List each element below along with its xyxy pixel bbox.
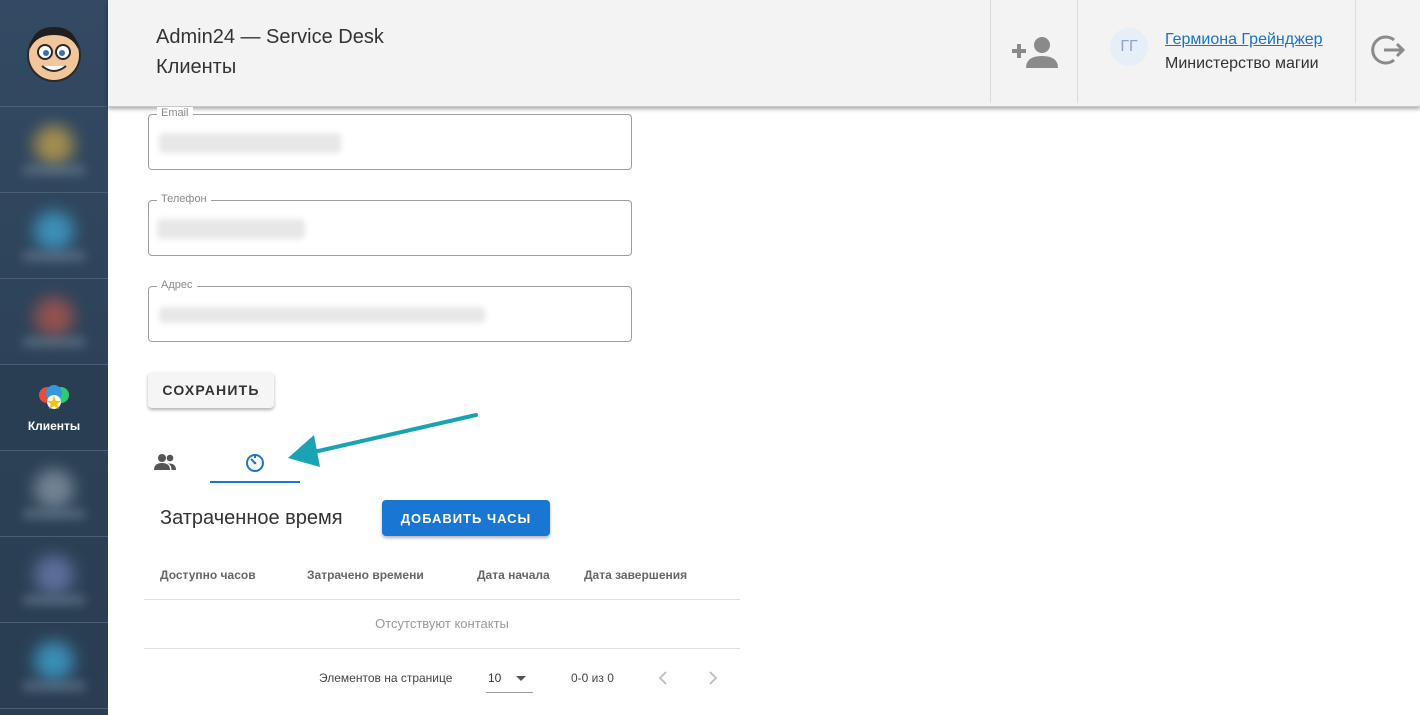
chevron-left-icon xyxy=(658,671,667,685)
section-title: Затраченное время xyxy=(160,507,343,529)
column-header[interactable]: Затрачено времени xyxy=(307,568,424,582)
page-size-value: 10 xyxy=(488,671,502,685)
table-divider xyxy=(144,599,740,600)
clients-icon xyxy=(39,385,69,409)
timer-icon xyxy=(246,454,264,472)
app-title: Admin24 — Service Desk xyxy=(156,26,384,48)
email-value-redacted xyxy=(159,133,341,153)
table-divider xyxy=(144,648,740,649)
address-field[interactable]: Адрес xyxy=(148,279,632,342)
sidebar-item-clients[interactable]: Клиенты xyxy=(0,365,108,451)
email-field-label: Email xyxy=(157,107,193,119)
chevron-right-icon xyxy=(709,671,718,685)
user-organization: Министерство магии xyxy=(1165,55,1319,72)
sidebar-item-label: Клиенты xyxy=(27,419,81,433)
sidebar-item-blurred-3[interactable] xyxy=(0,279,108,365)
people-icon xyxy=(154,454,176,470)
sidebar: Клиенты xyxy=(0,0,108,715)
items-per-page-label: Элементов на странице xyxy=(319,671,453,685)
next-page-button[interactable] xyxy=(701,666,725,690)
email-field[interactable]: Email xyxy=(148,107,632,170)
phone-field[interactable]: Телефон xyxy=(148,193,632,256)
phone-value-redacted xyxy=(157,219,305,239)
annotation-arrow-icon xyxy=(288,413,478,467)
sidebar-item-blurred-4[interactable] xyxy=(0,451,108,537)
column-header[interactable]: Дата завершения xyxy=(584,568,687,582)
top-header: Admin24 — Service Desk Клиенты ГГ Гермио… xyxy=(108,0,1420,107)
tab-contacts[interactable] xyxy=(120,440,210,484)
address-field-label: Адрес xyxy=(157,279,197,291)
column-header[interactable]: Доступно часов xyxy=(160,568,256,582)
save-button[interactable]: СОХРАНИТЬ xyxy=(148,372,274,408)
mascot-logo-icon xyxy=(27,27,81,82)
previous-page-button[interactable] xyxy=(651,666,675,690)
phone-field-label: Телефон xyxy=(157,193,211,205)
header-divider xyxy=(1355,0,1356,103)
user-name-link[interactable]: Гермиона Грейнджер xyxy=(1165,31,1323,49)
avatar[interactable]: ГГ xyxy=(1110,28,1148,66)
pagination-range: 0-0 из 0 xyxy=(571,671,614,685)
add-user-icon xyxy=(1012,36,1058,68)
page-title: Клиенты xyxy=(156,56,237,78)
active-tab-indicator xyxy=(210,481,300,483)
logout-button[interactable] xyxy=(1370,32,1406,68)
sidebar-item-blurred-6[interactable] xyxy=(0,623,108,709)
empty-table-message: Отсутствуют контакты xyxy=(375,616,509,631)
sidebar-item-blurred-1[interactable] xyxy=(0,107,108,193)
address-value-redacted xyxy=(159,307,485,323)
column-header[interactable]: Дата начала xyxy=(477,568,550,582)
add-user-button[interactable] xyxy=(990,0,1078,103)
header-divider xyxy=(1077,0,1078,103)
sidebar-item-blurred-5[interactable] xyxy=(0,537,108,623)
add-hours-button[interactable]: ДОБАВИТЬ ЧАСЫ xyxy=(382,500,550,536)
sidebar-item-blurred-2[interactable] xyxy=(0,193,108,279)
logout-icon xyxy=(1371,35,1406,65)
chevron-down-icon xyxy=(516,676,526,681)
page-size-select[interactable]: 10 xyxy=(486,665,533,693)
app-logo[interactable] xyxy=(0,0,108,107)
